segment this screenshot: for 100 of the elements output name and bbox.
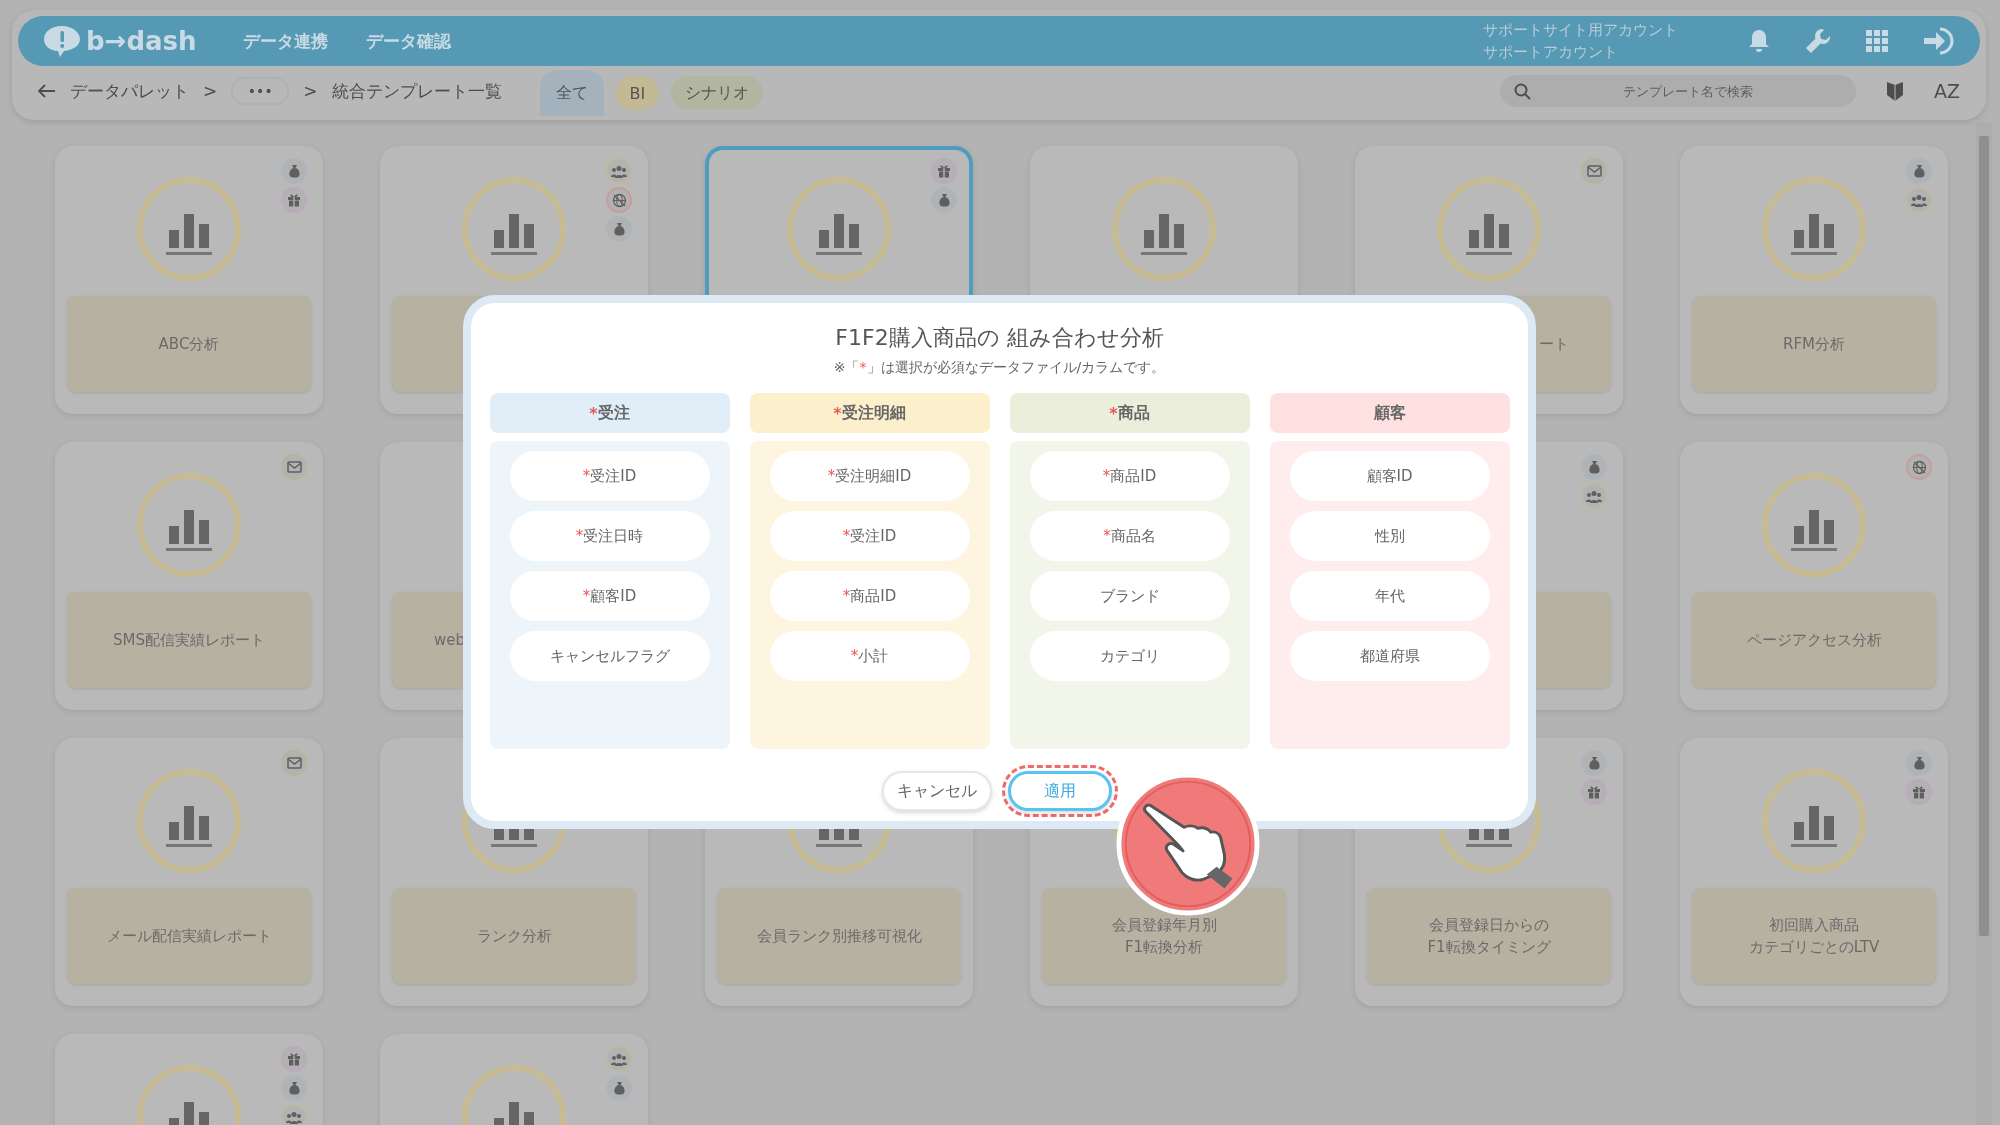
breadcrumb-link[interactable]: データパレット [70, 79, 189, 103]
column-chip[interactable]: *受注ID [769, 511, 970, 561]
bar-chart-icon [1761, 472, 1867, 578]
grid-menu-icon[interactable] [1866, 30, 1888, 52]
cancel-button[interactable]: キャンセル [881, 771, 992, 811]
people-icon [611, 1052, 627, 1066]
card-title: カテゴリごとのLTV [1748, 937, 1880, 958]
gift-icon [287, 193, 301, 207]
money-bag-icon [287, 164, 301, 178]
bar-chart-icon [1761, 176, 1867, 282]
gift-icon [287, 1052, 301, 1066]
column-chip[interactable]: *顧客ID [509, 571, 710, 621]
money-bag-icon [612, 222, 626, 236]
sort-button[interactable]: AZ [1934, 80, 1960, 102]
card-title: ABC分析 [158, 334, 220, 355]
breadcrumb-current: 統合テンプレート一覧 [331, 79, 502, 103]
table-header: 顧客 [1269, 393, 1510, 433]
people-icon [611, 164, 627, 178]
people-icon [1911, 193, 1927, 207]
bar-chart-icon [461, 176, 567, 282]
people-icon [286, 1110, 302, 1124]
money-bag-icon [1912, 164, 1926, 178]
globe-icon [1911, 459, 1927, 475]
mail-icon [286, 757, 302, 769]
gift-icon [937, 164, 951, 178]
card-title: ランク分析 [476, 926, 552, 947]
column-chip[interactable]: *受注日時 [509, 511, 710, 561]
card-title: SMS配信実績レポート [113, 630, 265, 651]
bell-icon[interactable] [1748, 28, 1770, 54]
money-bag-icon [1912, 756, 1926, 770]
column-chip[interactable]: *商品名 [1029, 511, 1230, 561]
nav-link[interactable]: データ連携 [242, 29, 328, 53]
gift-icon [1587, 785, 1601, 799]
money-bag-icon [1587, 460, 1601, 474]
template-card[interactable]: SMS配信実績レポート [55, 442, 323, 710]
mail-icon [1586, 165, 1602, 177]
wrench-icon[interactable] [1804, 27, 1832, 55]
column-chip[interactable]: 都道府県 [1289, 631, 1490, 681]
template-card[interactable]: ABC分析 [55, 146, 323, 414]
filter-tab[interactable]: 全て [539, 70, 604, 116]
card-title: メール配信実績レポート [106, 926, 272, 947]
account-name: サポートサイト用アカウント サポートアカウント [1483, 20, 1678, 63]
template-card[interactable]: ページアクセス分析 [1680, 442, 1948, 710]
table-header: *受注 [489, 393, 730, 433]
money-bag-icon [612, 1081, 626, 1095]
more-button[interactable]: ••• [231, 77, 290, 105]
column-chip[interactable]: 顧客ID [1289, 451, 1490, 501]
bar-chart-icon [1111, 176, 1217, 282]
dialog-note: ※「*」は選択が必須なデータファイル/カラムです。 [833, 359, 1166, 377]
column-chip[interactable]: *小計 [769, 631, 970, 681]
table-header: *商品 [1009, 393, 1250, 433]
sign-in-icon[interactable] [1922, 26, 1956, 56]
column-chip[interactable]: *商品ID [769, 571, 970, 621]
money-bag-icon [287, 1081, 301, 1095]
column-chip[interactable]: ブランド [1029, 571, 1230, 621]
back-arrow-icon[interactable] [38, 84, 56, 98]
column-chip[interactable]: *商品ID [1029, 451, 1230, 501]
card-title: web [434, 630, 466, 651]
scrollbar[interactable] [1976, 122, 1992, 1125]
breadcrumb-separator: > [303, 81, 318, 101]
bar-chart-icon [786, 176, 892, 282]
template-card[interactable]: 初回購入商品 カテゴリごとのLTV [1680, 738, 1948, 1006]
card-title: ート [1539, 334, 1569, 355]
column-chip[interactable]: 年代 [1289, 571, 1490, 621]
shield-icon[interactable] [1886, 80, 1904, 102]
mail-icon [286, 461, 302, 473]
column-chip[interactable]: キャンセルフラグ [509, 631, 710, 681]
card-title: RFM分析 [1783, 334, 1845, 355]
search-field[interactable]: テンプレート名で検索 [1500, 75, 1856, 107]
column-chip[interactable]: *受注明細ID [769, 451, 970, 501]
gift-icon [1912, 785, 1926, 799]
card-title: 初回購入商品 [1769, 915, 1859, 936]
table-header: *受注明細 [749, 393, 990, 433]
template-card[interactable]: メール配信実績レポート [55, 738, 323, 1006]
card-title: F1転換分析 [1124, 937, 1204, 958]
card-title: F1転換タイミング [1427, 937, 1551, 958]
card-title: 会員ランク別推移可視化 [756, 926, 922, 947]
logo[interactable]: b→dash [42, 24, 197, 58]
search-icon [1514, 83, 1531, 100]
template-card[interactable]: RFM分析 [1680, 146, 1948, 414]
globe-icon [611, 192, 627, 208]
card-title: 会員登録年月別 [1111, 915, 1217, 936]
bar-chart-icon [136, 472, 242, 578]
people-icon [1586, 489, 1602, 503]
filter-tab[interactable]: シナリオ [671, 76, 764, 110]
card-title: 会員登録日からの [1429, 915, 1549, 936]
breadcrumb-separator: > [203, 81, 218, 101]
bar-chart-icon [136, 768, 242, 874]
apply-button[interactable]: 適用 [1007, 771, 1112, 811]
nav-link[interactable]: データ確認 [365, 29, 451, 53]
bar-chart-icon [136, 176, 242, 282]
money-bag-icon [1587, 756, 1601, 770]
money-bag-icon [937, 193, 951, 207]
card-title: ページアクセス分析 [1746, 630, 1882, 651]
filter-tab[interactable]: BI [615, 76, 660, 110]
column-chip[interactable]: *受注ID [509, 451, 710, 501]
bar-chart-icon [1436, 176, 1542, 282]
bar-chart-icon [1761, 768, 1867, 874]
column-chip[interactable]: カテゴリ [1029, 631, 1230, 681]
column-chip[interactable]: 性別 [1289, 511, 1490, 561]
